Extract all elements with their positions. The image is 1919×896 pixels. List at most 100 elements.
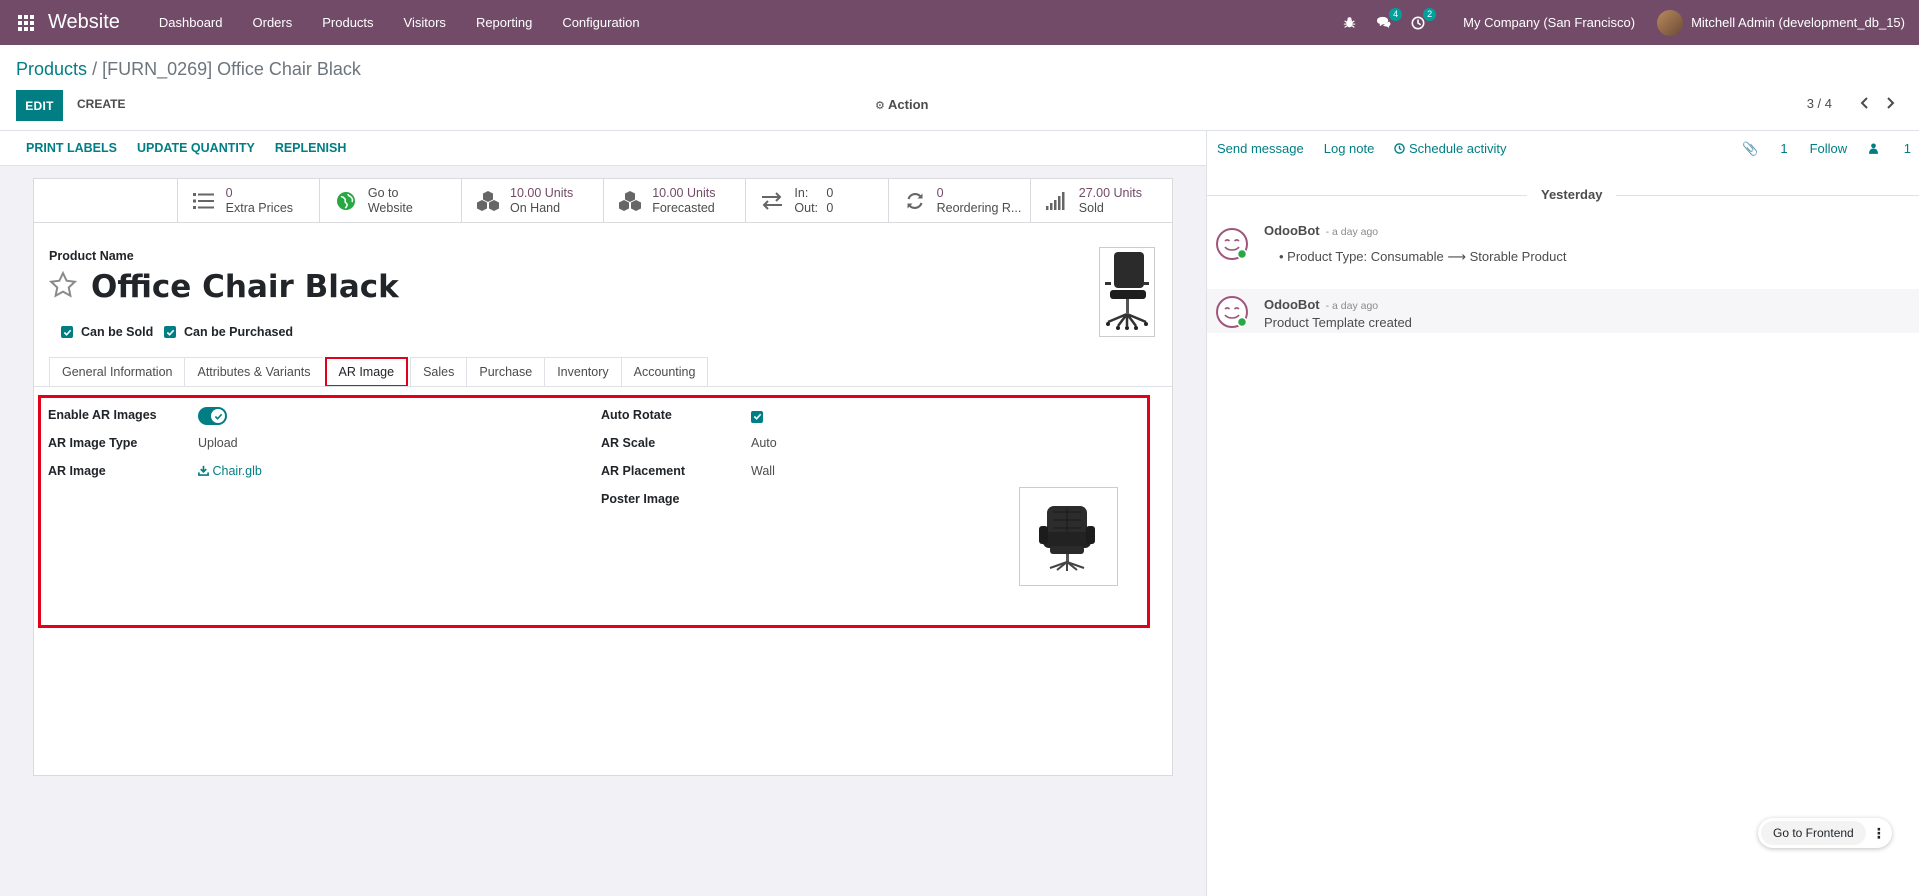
tab-attributes-variants[interactable]: Attributes & Variants	[184, 357, 323, 387]
breadcrumb-products[interactable]: Products	[16, 59, 87, 79]
print-labels-button[interactable]: PRINT LABELS	[26, 141, 117, 155]
user-icon	[1869, 143, 1879, 154]
form-tabs: General Information Attributes & Variant…	[49, 357, 709, 387]
sold-button[interactable]: 27.00 Units Sold	[1029, 179, 1172, 222]
form-sheet: 0 Extra Prices Go to Website 10.00 Units On…	[33, 178, 1173, 776]
product-name: Office Chair Black	[91, 269, 399, 305]
form-statusbar: PRINT LABELS UPDATE QUANTITY REPLENISH	[0, 131, 1206, 166]
breadcrumb-current: [FURN_0269] Office Chair Black	[102, 59, 361, 79]
breadcrumb-separator: /	[92, 59, 98, 79]
user-avatar[interactable]	[1657, 9, 1684, 36]
menu-reporting[interactable]: Reporting	[461, 15, 547, 30]
pager-previous-icon[interactable]	[1859, 96, 1869, 112]
enable-ar-label: Enable AR Images	[48, 408, 157, 422]
go-to-frontend-widget: Go to Frontend ⋮	[1758, 818, 1892, 848]
menu-dashboard[interactable]: Dashboard	[144, 15, 238, 30]
app-brand[interactable]: Website	[48, 11, 120, 34]
auto-rotate-checkbox[interactable]	[751, 409, 771, 424]
out-label: Out:	[794, 200, 819, 215]
arrow-right-icon: ⟶	[1447, 249, 1467, 264]
list-icon	[192, 189, 216, 213]
reordering-rules-button[interactable]: 0 Reordering R...	[887, 179, 1030, 222]
tab-ar-image[interactable]: AR Image	[324, 357, 409, 387]
send-message-button[interactable]: Send message	[1217, 141, 1304, 156]
ar-scale-label: AR Scale	[601, 436, 656, 450]
poster-image[interactable]	[1019, 487, 1118, 586]
website-label: Website	[367, 200, 413, 215]
tab-purchase[interactable]: Purchase	[466, 357, 545, 387]
tab-accounting[interactable]: Accounting	[620, 357, 709, 387]
activities-badge: 2	[1423, 7, 1437, 21]
product-name-label: Product Name	[49, 249, 134, 263]
replenish-button[interactable]: REPLENISH	[275, 141, 347, 155]
company-switcher[interactable]: My Company (San Francisco)	[1463, 15, 1635, 30]
ar-scale-value[interactable]: Auto	[751, 436, 777, 450]
extra-prices-button[interactable]: 0 Extra Prices	[176, 179, 319, 222]
tab-general-information[interactable]: General Information	[49, 357, 185, 387]
reordering-count: 0	[936, 185, 944, 200]
action-dropdown[interactable]: ⚙ Action	[875, 97, 928, 112]
pager-value[interactable]: 3 / 4	[1807, 96, 1832, 111]
go-to-frontend-button[interactable]: Go to Frontend	[1761, 821, 1866, 845]
control-panel: Products / [FURN_0269] Office Chair Blac…	[0, 45, 1919, 131]
more-options-icon[interactable]: ⋮	[1866, 825, 1892, 842]
user-menu[interactable]: Mitchell Admin (development_db_15)	[1691, 15, 1905, 30]
forecasted-qty: 10.00 Units	[652, 185, 716, 200]
checkbox-checked-icon	[751, 410, 763, 423]
cubes-icon	[476, 189, 500, 213]
ar-placement-value[interactable]: Wall	[751, 464, 775, 478]
enable-ar-toggle[interactable]	[198, 407, 227, 425]
chatter-right-actions: 📎 1 Follow 1	[1698, 131, 1911, 166]
forecasted-button[interactable]: 10.00 Units Forecasted	[603, 179, 745, 222]
edit-button[interactable]: EDIT	[16, 90, 63, 121]
favorite-star-icon[interactable]	[48, 270, 78, 306]
follow-button[interactable]: Follow	[1810, 141, 1848, 156]
on-hand-button[interactable]: 10.00 Units On Hand	[461, 179, 603, 222]
date-divider: Yesterday	[1527, 187, 1617, 202]
ar-image-type-value[interactable]: Upload	[198, 436, 238, 450]
in-out-button[interactable]: In: 0 Out: 0	[745, 179, 887, 222]
menu-orders[interactable]: Orders	[238, 15, 308, 30]
messages-badge: 4	[1389, 8, 1403, 21]
schedule-activity-button[interactable]: Schedule activity	[1394, 141, 1507, 156]
pager-next-icon[interactable]	[1886, 96, 1896, 112]
followers-count: 1	[1903, 141, 1911, 156]
extra-prices-label: Extra Prices	[225, 200, 294, 215]
can-be-sold-label: Can be Sold	[81, 325, 154, 339]
attachments-button[interactable]: 📎 1	[1720, 141, 1787, 157]
sold-label: Sold	[1078, 200, 1104, 215]
tracking-new-value: Storable Product	[1469, 249, 1567, 264]
go-to-website-button[interactable]: Go to Website	[318, 179, 461, 222]
can-be-purchased-checkbox[interactable]: Can be Purchased	[164, 325, 293, 339]
gear-icon: ⚙	[875, 100, 885, 112]
cubes-icon	[618, 189, 642, 213]
out-value: 0	[826, 200, 834, 215]
bug-icon[interactable]	[1343, 16, 1356, 29]
toggle-check-icon	[211, 409, 225, 423]
can-be-sold-checkbox[interactable]: Can be Sold	[61, 325, 153, 339]
activities-icon[interactable]: 2	[1411, 7, 1437, 30]
tab-sales[interactable]: Sales	[410, 357, 467, 387]
log-note-button[interactable]: Log note	[1324, 141, 1375, 156]
ar-image-filename: Chair.glb	[212, 464, 262, 478]
poster-image-label: Poster Image	[601, 492, 680, 506]
create-button[interactable]: CREATE	[77, 97, 125, 111]
ar-image-panel: Enable AR Images AR Image Type Upload AR…	[38, 395, 1150, 628]
menu-configuration[interactable]: Configuration	[547, 15, 654, 30]
product-image[interactable]	[1099, 247, 1155, 337]
apps-menu-icon[interactable]	[14, 11, 38, 35]
update-quantity-button[interactable]: UPDATE QUANTITY	[137, 141, 255, 155]
ar-image-download-link[interactable]: Chair.glb	[198, 464, 262, 478]
messages-icon[interactable]: 4	[1376, 8, 1403, 29]
menu-visitors[interactable]: Visitors	[389, 15, 461, 30]
action-label: Action	[888, 97, 929, 112]
message-time: - a day ago	[1325, 226, 1379, 238]
download-icon	[198, 465, 209, 476]
schedule-activity-label: Schedule activity	[1408, 141, 1507, 156]
ar-placement-label: AR Placement	[601, 464, 686, 478]
followers-button[interactable]: 1	[1869, 141, 1911, 156]
tab-inventory[interactable]: Inventory	[544, 357, 621, 387]
menu-products[interactable]: Products	[307, 15, 388, 30]
forecasted-label: Forecasted	[652, 200, 715, 215]
globe-icon	[334, 189, 358, 213]
